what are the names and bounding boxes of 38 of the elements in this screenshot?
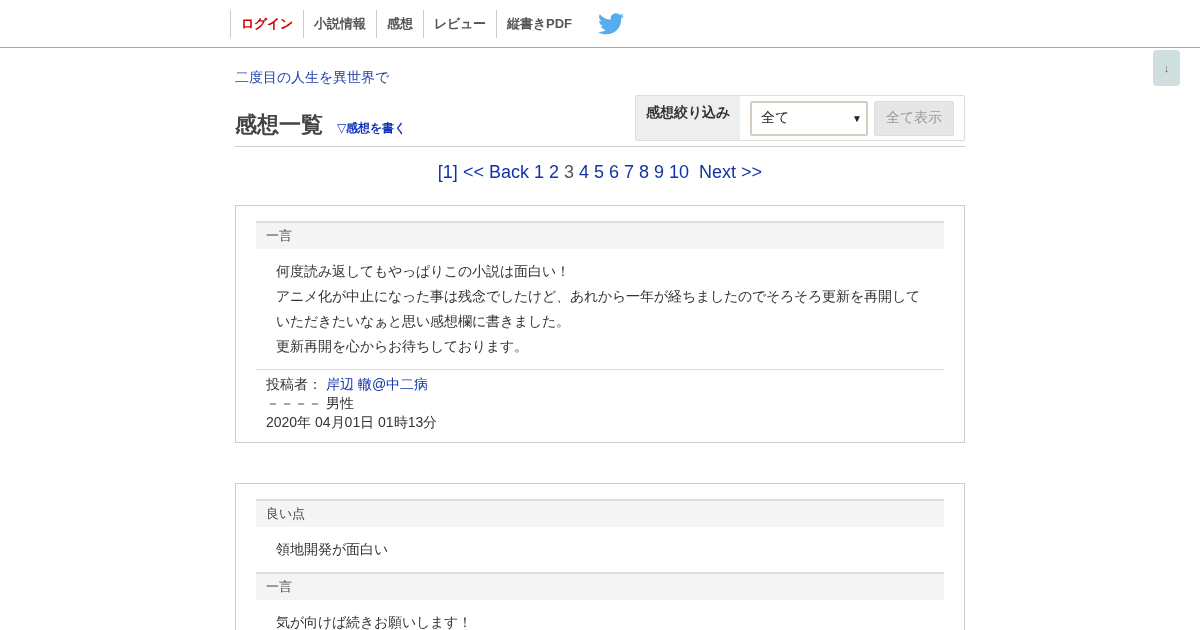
- caret-icon: ▼: [852, 112, 862, 124]
- nav-tab[interactable]: ログイン: [230, 9, 303, 38]
- comment-text: 更新再開を心からお待ちしております。: [276, 337, 529, 356]
- section-heading: 一言: [256, 221, 944, 249]
- page-link[interactable]: 10: [669, 162, 690, 183]
- comment-text: 何度読み返してもやっぱりこの小説は面白い！: [276, 262, 571, 281]
- comment-text: アニメ化が中止になった事は残念でしたけど、あれから一年が経ちましたのでそろそろ更新を再開していただきたいなぁと思い感想欄に書きました。: [276, 287, 921, 331]
- filter-label: 感想絞り込み: [636, 96, 740, 140]
- post-date: 2020年 04月01日 01時13分: [266, 413, 439, 432]
- bird-icon[interactable]: [598, 12, 624, 35]
- scroll-down-button[interactable]: ↓: [1153, 50, 1180, 86]
- page-link[interactable]: [1]: [437, 162, 458, 183]
- author-label: 投稿者：: [266, 375, 322, 394]
- page-link[interactable]: 5: [594, 162, 604, 183]
- comment-text: 気が向けば続きお願いします！: [276, 613, 473, 630]
- current-page: 3: [563, 162, 574, 183]
- page-link[interactable]: 8: [639, 162, 650, 183]
- page-link[interactable]: 4: [578, 162, 589, 183]
- page-link[interactable]: 9: [654, 162, 665, 183]
- author-profile: －－－－ 男性: [266, 394, 355, 413]
- nav-tab[interactable]: 感想: [376, 9, 423, 38]
- page-title: 感想一覧: [235, 111, 323, 139]
- author-link[interactable]: 岸辺 轍@中二病: [326, 375, 429, 394]
- nav-tab[interactable]: 縦書きPDF: [496, 9, 582, 38]
- page-link[interactable]: << Back: [462, 162, 529, 183]
- page-link[interactable]: 6: [609, 162, 619, 183]
- page-link[interactable]: Next >>: [699, 162, 763, 183]
- novel-title-link[interactable]: 二度目の人生を異世界で: [235, 69, 389, 87]
- section-heading: 良い点: [256, 499, 944, 527]
- section-heading: 一言: [256, 572, 944, 600]
- page-link[interactable]: 7: [624, 162, 635, 183]
- comment-text: 領地開発が面白い: [276, 540, 389, 559]
- nav-tab[interactable]: 小説情報: [303, 9, 376, 38]
- filter-dropdown[interactable]: 全て ▼: [750, 100, 868, 136]
- page-link[interactable]: 2: [548, 162, 559, 183]
- page-link[interactable]: 1: [533, 162, 544, 183]
- write-comment-link[interactable]: ▽感想を書く: [337, 120, 407, 137]
- nav-tab[interactable]: レビュー: [423, 9, 496, 38]
